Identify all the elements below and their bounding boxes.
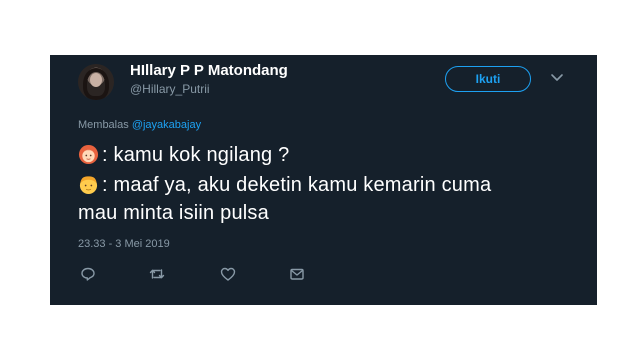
follow-button[interactable]: Ikuti [445, 66, 531, 92]
reply-icon[interactable] [80, 266, 96, 282]
tweet-timestamp[interactable]: 23.33 - 3 Mei 2019 [78, 238, 170, 250]
chevron-down-icon[interactable] [550, 70, 564, 84]
like-icon[interactable] [220, 266, 236, 282]
user-handle[interactable]: @Hillary_Putrii [130, 82, 210, 96]
tweet-line-1-text: : kamu kok ngilang ? [102, 144, 290, 166]
tweet-line-1: : kamu kok ngilang ? [78, 144, 289, 167]
tweet-line-2-text: : maaf ya, aku deketin kamu kemarin cuma [102, 174, 492, 196]
replying-to: Membalas @jayakabajay [78, 119, 201, 131]
tweet-line-3: mau minta isiin pulsa [78, 202, 269, 224]
direct-message-icon[interactable] [289, 266, 305, 282]
avatar-face [90, 73, 102, 87]
avatar[interactable] [78, 64, 114, 100]
retweet-icon[interactable] [149, 266, 165, 282]
woman-face-icon [78, 144, 99, 165]
man-face-icon [79, 176, 98, 195]
replying-to-link[interactable]: @jayakabajay [132, 119, 201, 131]
tweet-line-2: : maaf ya, aku deketin kamu kemarin cuma [78, 174, 491, 197]
tweet-card: HIllary P P Matondang @Hillary_Putrii Ik… [50, 55, 597, 305]
replying-prefix: Membalas [78, 119, 129, 131]
display-name[interactable]: HIllary P P Matondang [130, 62, 288, 79]
